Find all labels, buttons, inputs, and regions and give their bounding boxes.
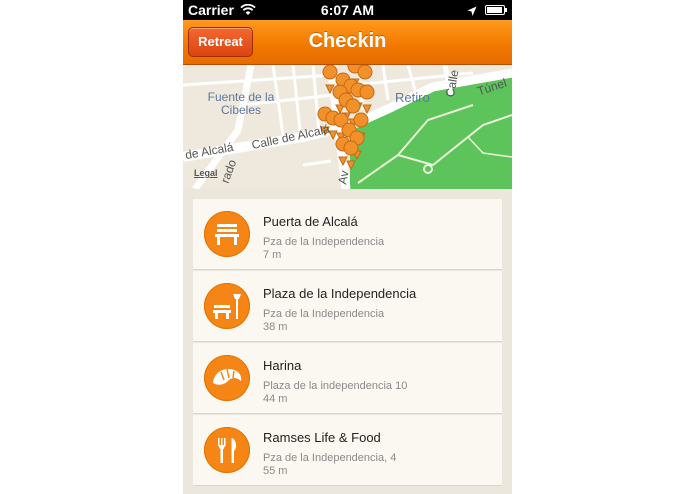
place-name: Ramses Life & Food xyxy=(263,430,381,445)
phone-screen: Carrier 6:07 AM Retreat Checkin Fuente d… xyxy=(183,0,512,494)
place-name: Plaza de la Independencia xyxy=(263,286,417,301)
bench-icon xyxy=(204,211,250,257)
clock: 6:07 AM xyxy=(320,2,375,18)
place-address: Pza de la Independencia, 4 xyxy=(263,452,397,464)
page-title: Checkin xyxy=(308,30,387,52)
place-distance: 55 m xyxy=(263,465,288,477)
place-distance: 44 m xyxy=(263,393,288,405)
map-label-fuente: Fuente de la Cibeles xyxy=(207,90,275,117)
list-item[interactable]: Puerta de Alcalá Pza de la Independencia… xyxy=(193,199,502,270)
croissant-icon xyxy=(204,355,250,401)
place-name: Puerta de Alcalá xyxy=(263,214,358,229)
list-item[interactable]: Ramses Life & Food Pza de la Independenc… xyxy=(193,415,502,486)
map-label-retiro: Retiro xyxy=(395,90,430,105)
location-arrow-icon xyxy=(467,4,477,20)
place-address: Pza de la Independencia xyxy=(263,308,385,320)
place-distance: 38 m xyxy=(263,321,288,333)
battery-icon xyxy=(485,5,507,15)
list-item[interactable]: Plaza de la Independencia Pza de la Inde… xyxy=(193,271,502,342)
map-view[interactable]: Fuente de la Cibeles Retiro Túnel de Alc… xyxy=(183,65,512,189)
map-label-av: Av xyxy=(335,169,352,186)
map-legal-link[interactable]: Legal xyxy=(194,168,218,178)
list-item[interactable]: Harina Plaza de la independencia 10 44 m xyxy=(193,343,502,414)
fork-knife-icon xyxy=(204,427,250,473)
place-address: Pza de la Independencia xyxy=(263,236,385,248)
status-bar: Carrier 6:07 AM xyxy=(183,0,512,20)
park-bench-lamp-icon xyxy=(204,283,250,329)
place-name: Harina xyxy=(263,358,302,373)
place-distance: 7 m xyxy=(263,249,282,261)
navigation-bar: Retreat Checkin xyxy=(183,20,512,65)
place-address: Plaza de la independencia 10 xyxy=(263,380,408,392)
